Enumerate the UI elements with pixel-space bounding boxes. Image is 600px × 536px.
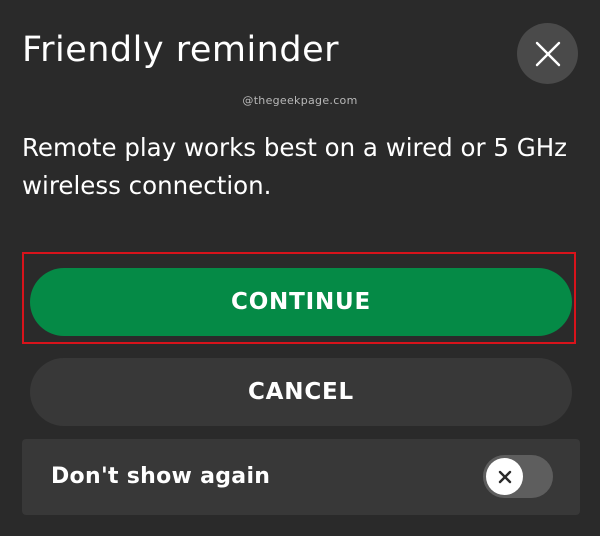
toggle-knob bbox=[486, 458, 523, 495]
dialog-title: Friendly reminder bbox=[22, 30, 339, 70]
dialog-message: Remote play works best on a wired or 5 G… bbox=[22, 133, 567, 200]
dont-show-again-row: Don't show again bbox=[22, 439, 580, 515]
friendly-reminder-dialog: Friendly reminder @thegeekpage.com Remot… bbox=[0, 0, 600, 536]
close-icon bbox=[535, 41, 561, 67]
x-icon bbox=[498, 470, 512, 484]
continue-button[interactable]: CONTINUE bbox=[30, 268, 572, 336]
watermark: @thegeekpage.com bbox=[242, 94, 358, 107]
dont-show-again-toggle[interactable] bbox=[483, 455, 553, 498]
cancel-button[interactable]: CANCEL bbox=[30, 358, 572, 426]
close-button[interactable] bbox=[517, 23, 578, 84]
dont-show-again-label: Don't show again bbox=[51, 464, 271, 489]
